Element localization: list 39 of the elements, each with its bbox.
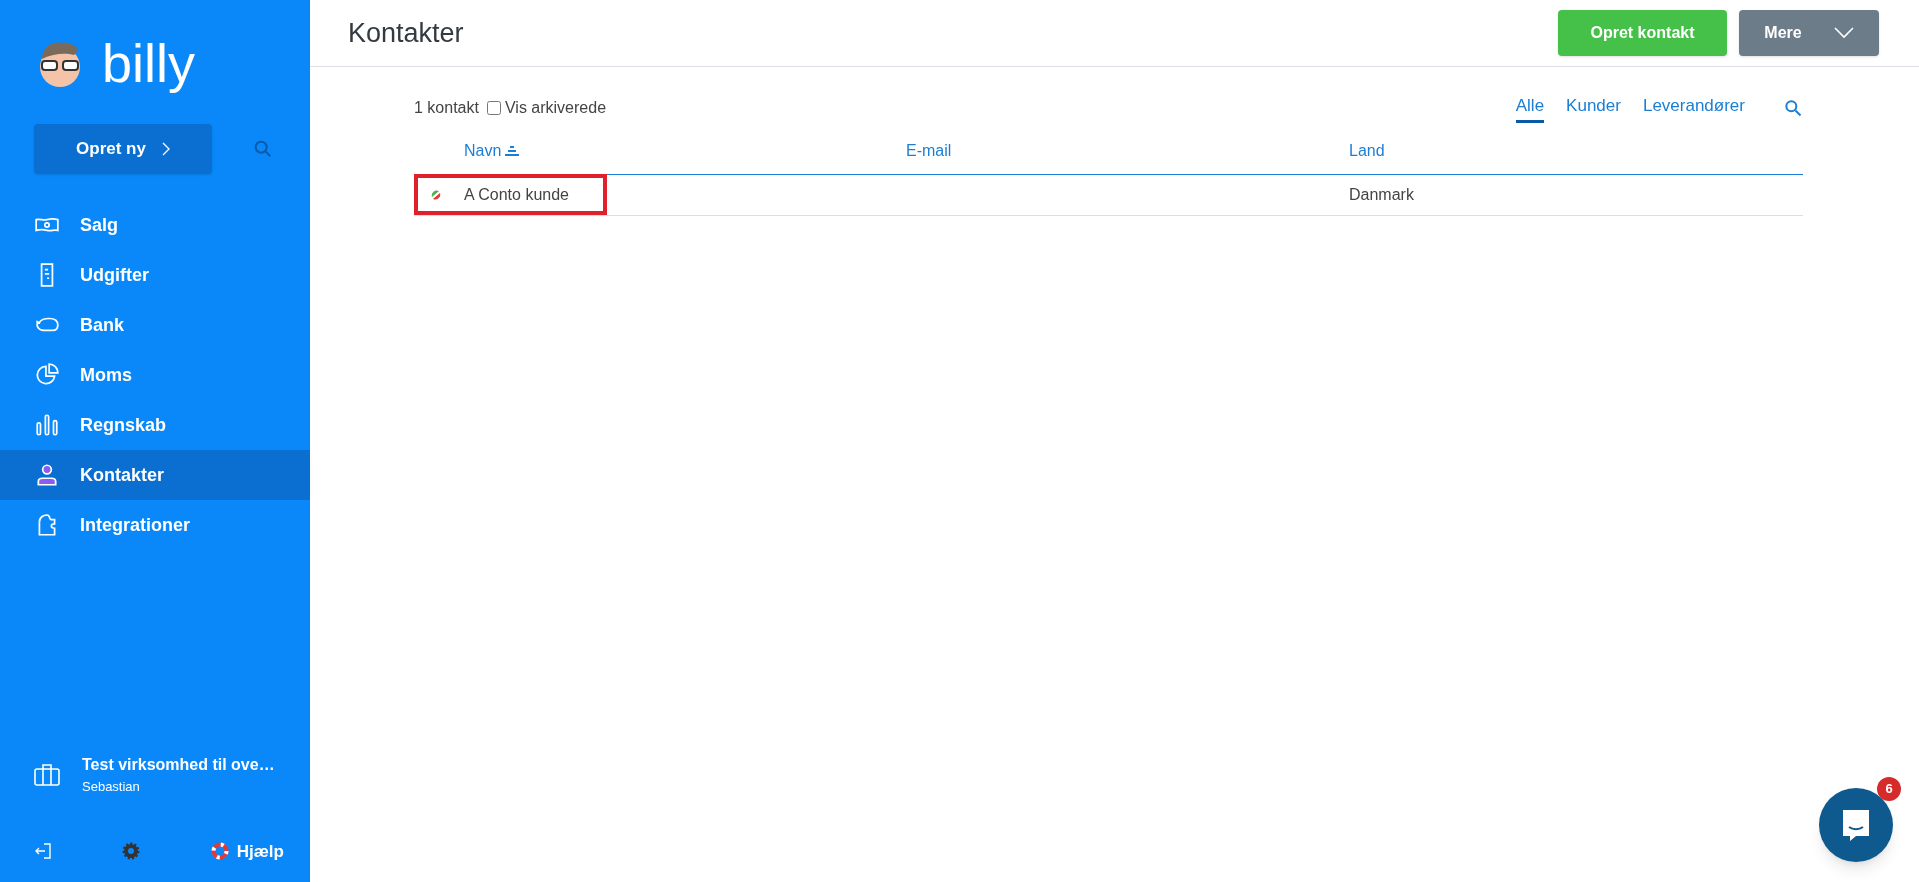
table-cell-text: Danmark	[1349, 185, 1415, 205]
column-header[interactable]: E-mail	[906, 138, 1349, 163]
chevron-down-icon	[1833, 27, 1854, 39]
logout-icon[interactable]	[34, 842, 52, 861]
filter-tab[interactable]: Leverandører	[1642, 92, 1745, 124]
checkbox-label[interactable]: Vis arkiverede	[504, 96, 607, 120]
bar-chart-icon	[34, 412, 60, 438]
nav-item[interactable]: Regnskab	[0, 400, 310, 450]
notification-badge: 6	[1877, 777, 1901, 801]
pie-chart-icon	[34, 362, 60, 388]
briefcase-icon	[34, 762, 60, 787]
settings-icon[interactable]	[122, 842, 141, 861]
table-cell[interactable]: A Conto kunde	[464, 183, 906, 207]
nav-item[interactable]: Bank	[0, 300, 310, 350]
column-header[interactable]: Land	[1349, 138, 1803, 163]
create-new-button[interactable]: Opret ny	[34, 124, 212, 174]
status-icon	[431, 190, 441, 200]
more-button[interactable]: Mere	[1739, 10, 1879, 56]
page-title: Kontakter	[348, 16, 464, 50]
create-contact-button[interactable]: Opret kontakt	[1558, 10, 1727, 56]
sort-icon	[505, 145, 520, 156]
help-button[interactable]: Hjælp	[210, 838, 284, 864]
filter-tab[interactable]: Alle	[1515, 92, 1545, 124]
search-icon[interactable]	[1783, 98, 1803, 118]
column-header[interactable]: Navn	[464, 138, 906, 163]
company-name[interactable]: Test virksomhed til ove…	[82, 753, 275, 777]
contact-count: 1 kontakt	[414, 98, 479, 118]
chevron-right-icon	[161, 142, 170, 156]
user-name: Sebastian	[82, 778, 141, 796]
filter-tab[interactable]: Kunder	[1566, 92, 1621, 124]
chat-bubble-icon	[1840, 808, 1872, 842]
nav-item[interactable]: Integrationer	[0, 500, 310, 550]
nav-item[interactable]: Moms	[0, 350, 310, 400]
checkbox[interactable]	[486, 101, 501, 115]
person-icon	[34, 462, 60, 488]
nav-item[interactable]: Udgifter	[0, 250, 310, 300]
nav-item[interactable]: Salg	[0, 200, 310, 250]
nav-item[interactable]: Kontakter	[0, 450, 310, 500]
lifebuoy-icon	[210, 842, 229, 861]
